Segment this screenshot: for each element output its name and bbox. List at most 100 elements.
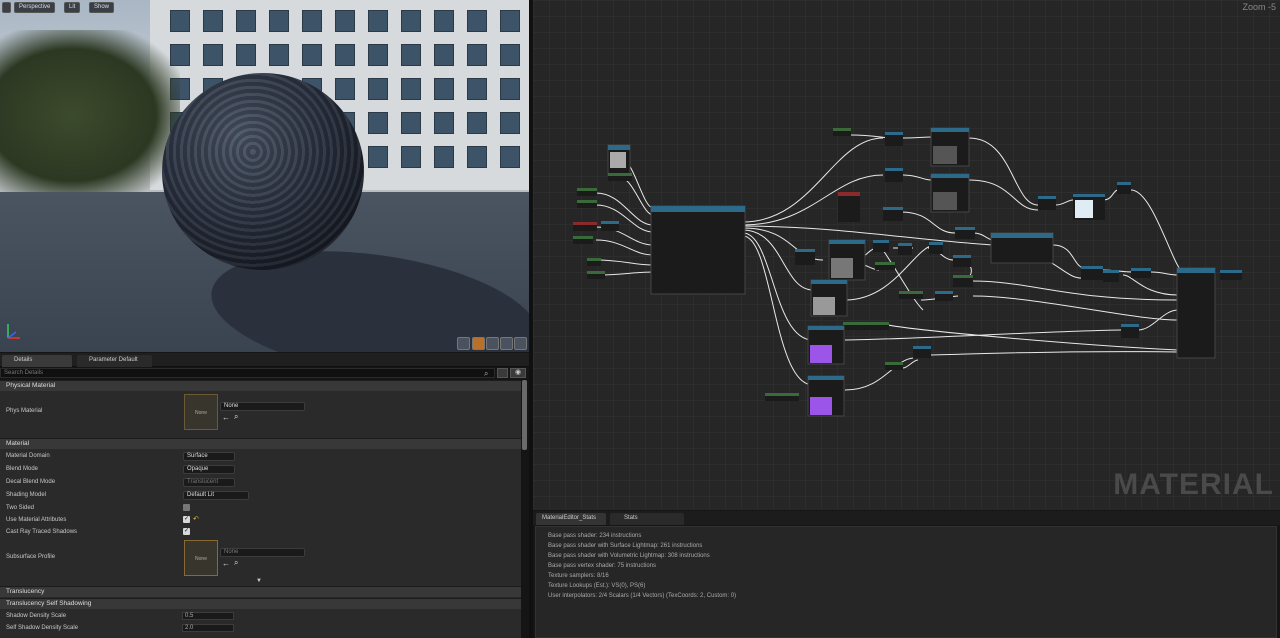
building-window [170, 10, 190, 32]
subsurface-profile-thumbnail[interactable]: None [184, 540, 218, 576]
expand-advanced-icon[interactable]: ▼ [256, 578, 262, 584]
arrow-left-icon[interactable]: ← [222, 559, 230, 568]
tab-details[interactable]: Details [2, 355, 72, 367]
building-window [500, 10, 520, 32]
building-window [500, 78, 520, 100]
stat-line: Base pass shader with Surface Lightmap: … [548, 543, 703, 549]
tab-parameter-defaults[interactable]: Parameter Default [77, 355, 152, 367]
trees-background [0, 30, 180, 200]
stat-line: User interpolators: 2/4 Scalars (1/4 Vec… [548, 593, 737, 599]
plane-preview-icon[interactable] [486, 337, 499, 350]
building-window [236, 44, 256, 66]
use-material-attributes-checkbox[interactable]: ✓ [183, 516, 190, 523]
building-window [401, 78, 421, 100]
viewport-menu-button[interactable] [2, 2, 11, 13]
stat-line: Base pass shader with Volumetric Lightma… [548, 553, 710, 559]
building-window [203, 10, 223, 32]
section-material[interactable]: Material [0, 438, 521, 449]
search-icon: ⌕ [484, 369, 489, 378]
building-window [368, 44, 388, 66]
material-watermark: MATERIAL [1113, 468, 1274, 501]
mesh-preview-icon[interactable] [514, 337, 527, 350]
shadow-density-scale-input[interactable]: 0.5 [182, 612, 234, 620]
cast-ray-traced-shadows-label: Cast Ray Traced Shadows [6, 529, 78, 535]
viewport[interactable]: Perspective Lit Show [0, 0, 529, 352]
blend-mode-dropdown[interactable]: Opaque [183, 465, 235, 474]
building-window [434, 44, 454, 66]
grid-view-icon[interactable] [497, 368, 508, 378]
eye-icon[interactable]: ◉ [510, 368, 526, 378]
building-window [335, 44, 355, 66]
building-window [467, 112, 487, 134]
building-window [401, 10, 421, 32]
node-graph-canvas[interactable] [533, 0, 1280, 510]
building-window [236, 10, 256, 32]
building-window [335, 10, 355, 32]
stat-line: Texture samplers: 8/16 [548, 573, 609, 579]
cast-ray-traced-shadows-checkbox[interactable]: ✓ [183, 528, 190, 535]
self-shadow-density-scale-label: Self Shadow Density Scale [6, 625, 79, 631]
building-window [500, 44, 520, 66]
building-window [302, 10, 322, 32]
arrow-left-icon[interactable]: ← [222, 413, 230, 422]
lit-button[interactable]: Lit [64, 2, 81, 13]
details-panel: Physical Material Phys Material None Non… [0, 380, 521, 638]
shadow-density-scale-label: Shadow Density Scale [6, 613, 67, 619]
building-window [335, 78, 355, 100]
browse-icon[interactable]: ⌕ [234, 412, 238, 422]
building-window [368, 112, 388, 134]
building-window [401, 112, 421, 134]
stat-line: Base pass vertex shader: 75 instructions [548, 563, 657, 569]
material-domain-label: Material Domain [6, 453, 50, 459]
cylinder-preview-icon[interactable] [472, 337, 485, 350]
subsurface-profile-dropdown[interactable]: None [220, 548, 305, 557]
building-window [401, 146, 421, 168]
decal-blend-mode-label: Decal Blend Mode [6, 479, 56, 485]
stats-panel: Base pass shader: 234 instructions Base … [535, 526, 1277, 638]
phys-material-thumbnail[interactable]: None [184, 394, 218, 430]
zoom-level: Zoom -5 [1242, 2, 1276, 12]
phys-material-label: Phys Material [6, 408, 43, 414]
tab-material-editor-stats[interactable]: MaterialEditor_Stats [536, 513, 606, 525]
building-window [467, 44, 487, 66]
building-window [269, 44, 289, 66]
building-window [467, 78, 487, 100]
tab-stats[interactable]: Stats [610, 513, 684, 525]
building-window [302, 44, 322, 66]
building-window [500, 112, 520, 134]
material-graph[interactable]: Zoom -5 MATERIAL [533, 0, 1280, 510]
stats-tab-bar: MaterialEditor_Stats Stats [533, 511, 1280, 525]
stat-line: Base pass shader: 234 instructions [548, 533, 642, 539]
material-domain-dropdown[interactable]: Surface [183, 452, 235, 461]
browse-icon[interactable]: ⌕ [234, 558, 238, 568]
two-sided-checkbox[interactable] [183, 504, 190, 511]
reset-arrow-icon[interactable]: ↶ [193, 515, 199, 523]
self-shadow-density-scale-input[interactable]: 2.0 [182, 624, 234, 632]
building-window [434, 146, 454, 168]
sphere-preview-icon[interactable] [457, 337, 470, 350]
section-translucency-self-shadowing[interactable]: Translucency Self Shadowing [0, 598, 521, 609]
details-scrollbar[interactable] [522, 380, 527, 450]
perspective-button[interactable]: Perspective [14, 2, 56, 13]
subsurface-profile-label: Subsurface Profile [6, 554, 56, 560]
building-window [203, 44, 223, 66]
preview-sphere [162, 73, 364, 270]
shading-model-dropdown[interactable]: Default Lit [183, 491, 249, 500]
section-physical-material[interactable]: Physical Material [0, 380, 521, 391]
show-button[interactable]: Show [89, 2, 115, 13]
phys-material-dropdown[interactable]: None [220, 402, 305, 411]
stat-line: Texture Lookups (Est.): VS(0), PS(6) [548, 583, 646, 589]
building-window [467, 146, 487, 168]
building-window [368, 10, 388, 32]
cube-preview-icon[interactable] [500, 337, 513, 350]
details-tab-bar: Details Parameter Default [0, 353, 529, 367]
shading-model-label: Shading Model [6, 492, 47, 498]
building-window [434, 10, 454, 32]
decal-blend-mode-dropdown[interactable]: Translucent [183, 478, 235, 487]
section-translucency[interactable]: Translucency [0, 586, 521, 597]
building-window [368, 146, 388, 168]
axis-gizmo-icon [7, 324, 20, 339]
building-window [269, 10, 289, 32]
two-sided-label: Two Sided [6, 505, 35, 511]
search-details-input[interactable]: Search Details [0, 368, 495, 378]
